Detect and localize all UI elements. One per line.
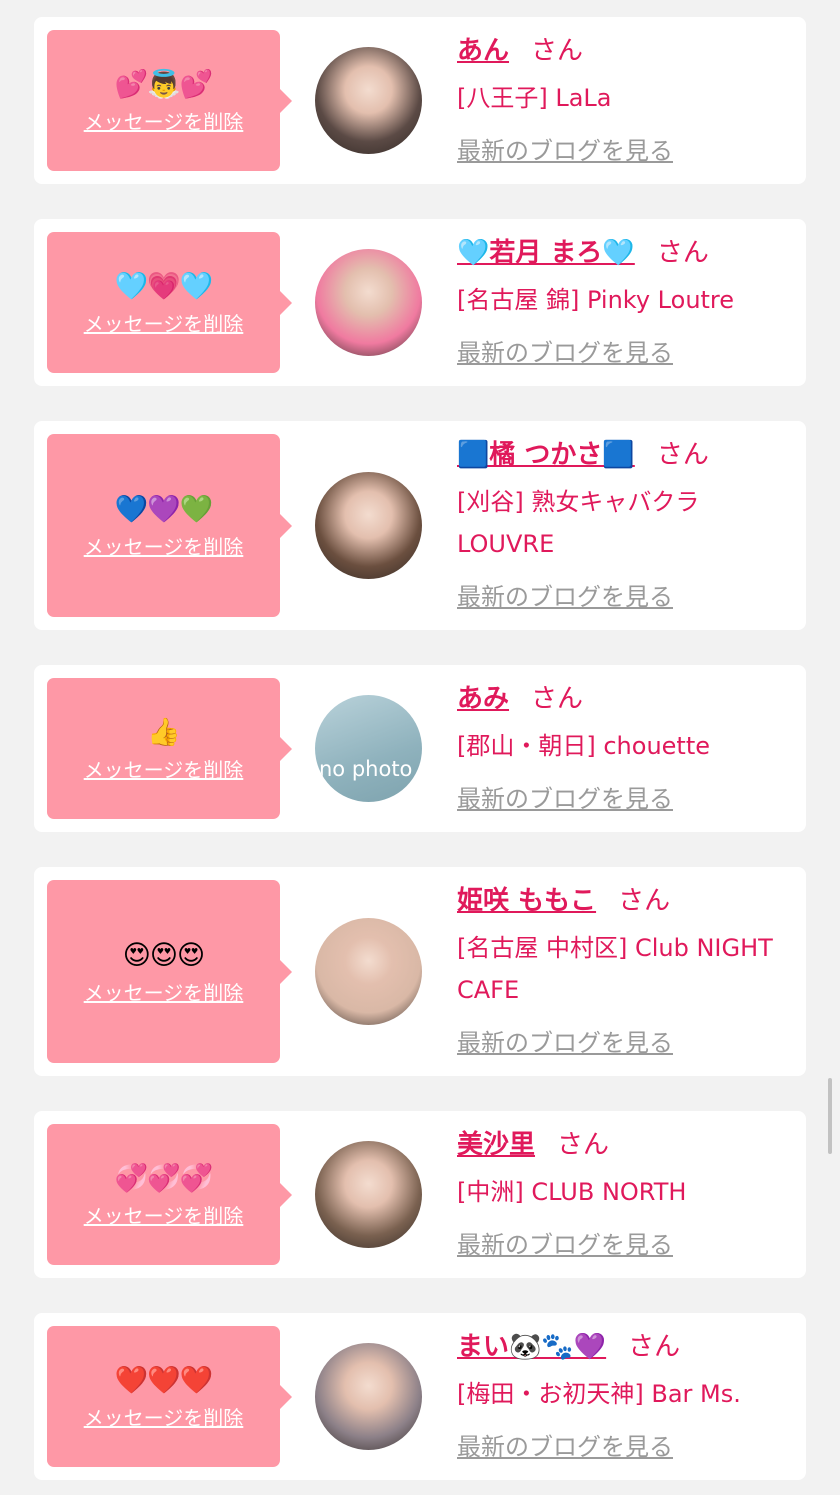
cast-name-link[interactable]: 姫咲 ももこ — [457, 886, 596, 916]
cast-name-link[interactable]: 🩵若月 まろ🩵 — [457, 238, 635, 268]
delete-message-link[interactable]: メッセージを削除 — [84, 534, 244, 560]
honorific: さん — [531, 36, 584, 66]
message-emoji: 💞💞💞 — [114, 1162, 214, 1194]
no-photo-label: no photo — [319, 757, 413, 781]
favorite-card: ❤️❤️❤️ メッセージを削除 まい🐼🐾💜 さん [梅田・お初天神] Bar Ms… — [34, 1313, 806, 1480]
cast-info: 美沙里 さん [中洲] CLUB NORTH — [457, 1125, 796, 1213]
honorific: さん — [628, 1332, 681, 1362]
favorite-card: 🩵💗🩵 メッセージを削除 🩵若月 まろ🩵 さん [名古屋 錦] Pinky Lou… — [34, 219, 806, 386]
delete-message-link[interactable]: メッセージを削除 — [84, 109, 244, 135]
latest-blog-link[interactable]: 最新のブログを見る — [457, 1432, 673, 1462]
shop-name: [中洲] CLUB NORTH — [457, 1178, 687, 1206]
cast-info: あん さん [八王子] LaLa — [457, 31, 796, 119]
latest-blog-link[interactable]: 最新のブログを見る — [457, 582, 673, 612]
latest-blog-link[interactable]: 最新のブログを見る — [457, 136, 673, 166]
avatar[interactable] — [315, 918, 422, 1025]
scrollbar[interactable] — [828, 1078, 832, 1154]
delete-message-link[interactable]: メッセージを削除 — [84, 311, 244, 337]
shop-name: [梅田・お初天神] Bar Ms. — [457, 1380, 741, 1408]
honorific: さん — [531, 684, 584, 714]
cast-name-link[interactable]: 美沙里 — [457, 1130, 535, 1160]
latest-blog-link[interactable]: 最新のブログを見る — [457, 1028, 673, 1058]
favorite-card: 💞💞💞 メッセージを削除 美沙里 さん [中洲] CLUB NORTH 最新のブロ… — [34, 1111, 806, 1278]
message-bubble: 😍😍😍 メッセージを削除 — [47, 880, 292, 1063]
cast-name-link[interactable]: 🟦橘 つかさ🟦 — [457, 440, 635, 470]
message-emoji: 💙💜💚 — [114, 493, 214, 525]
cast-info: 姫咲 ももこ さん [名古屋 中村区] Club NIGHT CAFE — [457, 881, 796, 1011]
latest-blog-link[interactable]: 最新のブログを見る — [457, 338, 673, 368]
message-bubble: ❤️❤️❤️ メッセージを削除 — [47, 1326, 292, 1467]
favorite-card: 💕👼💕 メッセージを削除 あん さん [八王子] LaLa 最新のブログを見る — [34, 17, 806, 184]
message-bubble: 💕👼💕 メッセージを削除 — [47, 30, 292, 171]
message-bubble: 🩵💗🩵 メッセージを削除 — [47, 232, 292, 373]
message-emoji: ❤️❤️❤️ — [114, 1364, 214, 1396]
favorite-card: 👍 メッセージを削除 no photo あみ さん [郡山・朝日] chouett… — [34, 665, 806, 832]
message-bubble: 💞💞💞 メッセージを削除 — [47, 1124, 292, 1265]
message-bubble: 💙💜💚 メッセージを削除 — [47, 434, 292, 617]
honorific: さん — [656, 238, 709, 268]
delete-message-link[interactable]: メッセージを削除 — [84, 757, 244, 783]
honorific: さん — [557, 1130, 610, 1160]
honorific: さん — [618, 886, 671, 916]
message-emoji: 😍😍😍 — [122, 939, 205, 971]
shop-name: [名古屋 中村区] Club NIGHT CAFE — [457, 934, 773, 1004]
honorific: さん — [656, 440, 709, 470]
cast-name-link[interactable]: あん — [457, 36, 509, 66]
delete-message-link[interactable]: メッセージを削除 — [84, 1405, 244, 1431]
favorite-card: 😍😍😍 メッセージを削除 姫咲 ももこ さん [名古屋 中村区] Club NIG… — [34, 867, 806, 1076]
avatar[interactable] — [315, 472, 422, 579]
latest-blog-link[interactable]: 最新のブログを見る — [457, 784, 673, 814]
delete-message-link[interactable]: メッセージを削除 — [84, 980, 244, 1006]
cast-info: 🩵若月 まろ🩵 さん [名古屋 錦] Pinky Loutre — [457, 233, 796, 321]
delete-message-link[interactable]: メッセージを削除 — [84, 1203, 244, 1229]
avatar[interactable] — [315, 47, 422, 154]
cast-name-link[interactable]: まい🐼🐾💜 — [457, 1332, 606, 1362]
message-bubble: 👍 メッセージを削除 — [47, 678, 292, 819]
avatar[interactable]: no photo — [315, 695, 422, 802]
shop-name: [八王子] LaLa — [457, 84, 612, 112]
shop-name: [名古屋 錦] Pinky Loutre — [457, 286, 735, 314]
favorite-card: 💙💜💚 メッセージを削除 🟦橘 つかさ🟦 さん [刈谷] 熟女キャバクラ LOUV… — [34, 421, 806, 630]
cast-info: あみ さん [郡山・朝日] chouette — [457, 679, 796, 767]
cast-name-link[interactable]: あみ — [457, 684, 509, 714]
message-emoji: 👍 — [147, 716, 181, 748]
shop-name: [郡山・朝日] chouette — [457, 732, 711, 760]
cast-info: まい🐼🐾💜 さん [梅田・お初天神] Bar Ms. — [457, 1327, 796, 1415]
avatar[interactable] — [315, 1141, 422, 1248]
message-emoji: 🩵💗🩵 — [114, 270, 214, 302]
cast-info: 🟦橘 つかさ🟦 さん [刈谷] 熟女キャバクラ LOUVRE — [457, 435, 796, 565]
avatar[interactable] — [315, 1343, 422, 1450]
shop-name: [刈谷] 熟女キャバクラ LOUVRE — [457, 488, 700, 558]
message-emoji: 💕👼💕 — [114, 68, 214, 100]
avatar[interactable] — [315, 249, 422, 356]
latest-blog-link[interactable]: 最新のブログを見る — [457, 1230, 673, 1260]
